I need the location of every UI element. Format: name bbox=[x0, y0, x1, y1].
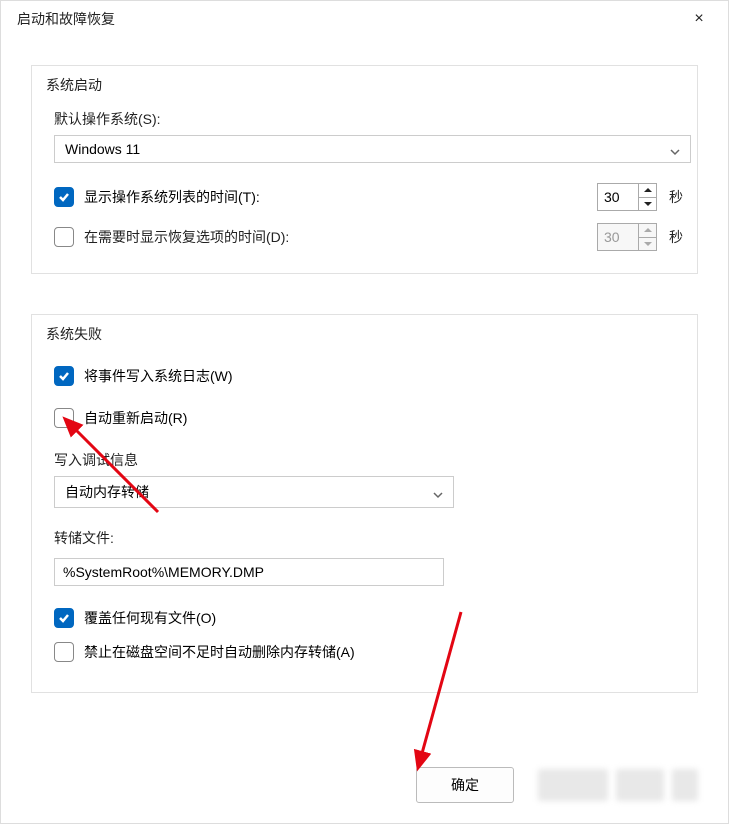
obscured-button bbox=[538, 769, 608, 801]
titlebar: 启动和故障恢复 × bbox=[1, 1, 728, 37]
default-os-label: 默认操作系统(S): bbox=[54, 109, 683, 129]
overwrite-row: 覆盖任何现有文件(O) bbox=[54, 608, 683, 628]
show-os-list-row: 显示操作系统列表的时间(T): 秒 bbox=[54, 183, 683, 211]
section-title-startup: 系统启动 bbox=[42, 75, 106, 95]
chevron-down-icon bbox=[433, 487, 443, 497]
show-os-list-checkbox[interactable] bbox=[54, 187, 74, 207]
debug-info-value: 自动内存转储 bbox=[65, 482, 149, 502]
show-recovery-label: 在需要时显示恢复选项的时间(D): bbox=[84, 227, 289, 247]
recovery-seconds-input bbox=[598, 224, 638, 250]
auto-restart-checkbox[interactable] bbox=[54, 408, 74, 428]
os-list-seconds-unit: 秒 bbox=[669, 187, 683, 207]
recovery-seconds-unit: 秒 bbox=[669, 227, 683, 247]
debug-info-label: 写入调试信息 bbox=[54, 450, 683, 470]
spinner-down-icon bbox=[639, 238, 656, 251]
auto-restart-row: 自动重新启动(R) bbox=[54, 408, 683, 428]
content-area: 系统启动 默认操作系统(S): Windows 11 显示操作系统列表的时间(T… bbox=[1, 37, 728, 757]
write-event-log-checkbox[interactable] bbox=[54, 366, 74, 386]
os-list-seconds-input[interactable] bbox=[598, 184, 638, 210]
dump-file-input[interactable] bbox=[54, 558, 444, 586]
prohibit-delete-row: 禁止在磁盘空间不足时自动删除内存转储(A) bbox=[54, 642, 683, 662]
show-os-list-label: 显示操作系统列表的时间(T): bbox=[84, 187, 260, 207]
recovery-seconds-spinner bbox=[597, 223, 657, 251]
obscured-button bbox=[616, 769, 664, 801]
obscured-button bbox=[672, 769, 698, 801]
section-system-failure: 系统失败 将事件写入系统日志(W) 自动重新启动(R) 写入调试信息 自动内存转… bbox=[31, 314, 698, 693]
spinner-up-icon bbox=[639, 224, 656, 238]
default-os-select[interactable]: Windows 11 bbox=[54, 135, 691, 163]
auto-restart-label: 自动重新启动(R) bbox=[84, 408, 187, 428]
obscured-buttons bbox=[538, 769, 698, 801]
close-icon[interactable]: × bbox=[684, 9, 714, 29]
spinner-down-icon[interactable] bbox=[639, 198, 656, 211]
spinner-up-icon[interactable] bbox=[639, 184, 656, 198]
dialog-footer: 确定 bbox=[1, 757, 728, 823]
ok-button[interactable]: 确定 bbox=[416, 767, 514, 803]
dialog-window: 启动和故障恢复 × 系统启动 默认操作系统(S): Windows 11 显示操… bbox=[0, 0, 729, 824]
chevron-down-icon bbox=[670, 144, 680, 154]
section-system-startup: 系统启动 默认操作系统(S): Windows 11 显示操作系统列表的时间(T… bbox=[31, 65, 698, 274]
section-title-failure: 系统失败 bbox=[42, 324, 106, 344]
debug-info-select[interactable]: 自动内存转储 bbox=[54, 476, 454, 508]
show-recovery-checkbox[interactable] bbox=[54, 227, 74, 247]
os-list-seconds-spinner[interactable] bbox=[597, 183, 657, 211]
dialog-title: 启动和故障恢复 bbox=[17, 9, 115, 29]
overwrite-label: 覆盖任何现有文件(O) bbox=[84, 608, 216, 628]
default-os-value: Windows 11 bbox=[65, 141, 140, 157]
prohibit-delete-checkbox[interactable] bbox=[54, 642, 74, 662]
show-recovery-row: 在需要时显示恢复选项的时间(D): 秒 bbox=[54, 223, 683, 251]
write-event-log-label: 将事件写入系统日志(W) bbox=[84, 366, 233, 386]
overwrite-checkbox[interactable] bbox=[54, 608, 74, 628]
prohibit-delete-label: 禁止在磁盘空间不足时自动删除内存转储(A) bbox=[84, 642, 355, 662]
dump-file-label: 转储文件: bbox=[54, 528, 683, 548]
write-event-log-row: 将事件写入系统日志(W) bbox=[54, 366, 683, 386]
